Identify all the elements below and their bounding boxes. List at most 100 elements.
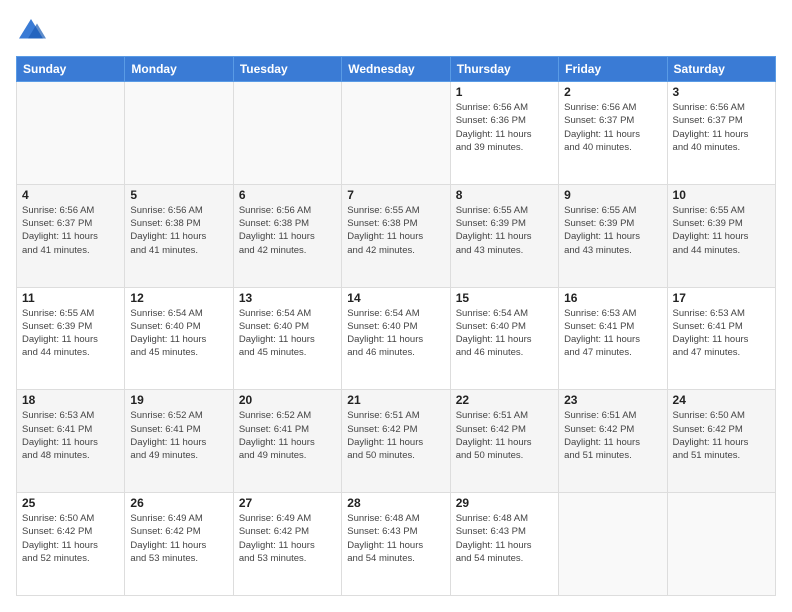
day-info: Sunrise: 6:56 AM Sunset: 6:38 PM Dayligh…: [130, 204, 227, 257]
day-info: Sunrise: 6:50 AM Sunset: 6:42 PM Dayligh…: [673, 409, 770, 462]
day-info: Sunrise: 6:49 AM Sunset: 6:42 PM Dayligh…: [239, 512, 336, 565]
day-info: Sunrise: 6:55 AM Sunset: 6:38 PM Dayligh…: [347, 204, 444, 257]
day-cell: 14 Sunrise: 6:54 AM Sunset: 6:40 PM Dayli…: [342, 287, 450, 390]
day-info: Sunrise: 6:51 AM Sunset: 6:42 PM Dayligh…: [347, 409, 444, 462]
col-header-tuesday: Tuesday: [233, 57, 341, 82]
day-info: Sunrise: 6:56 AM Sunset: 6:37 PM Dayligh…: [564, 101, 661, 154]
day-info: Sunrise: 6:53 AM Sunset: 6:41 PM Dayligh…: [673, 307, 770, 360]
day-cell: 11 Sunrise: 6:55 AM Sunset: 6:39 PM Dayli…: [17, 287, 125, 390]
day-number: 20: [239, 393, 336, 407]
day-info: Sunrise: 6:53 AM Sunset: 6:41 PM Dayligh…: [564, 307, 661, 360]
day-cell: [559, 493, 667, 596]
day-number: 11: [22, 291, 119, 305]
day-number: 9: [564, 188, 661, 202]
day-cell: 7 Sunrise: 6:55 AM Sunset: 6:38 PM Daylig…: [342, 184, 450, 287]
day-cell: [125, 82, 233, 185]
day-number: 6: [239, 188, 336, 202]
week-row-5: 25Sunrise: 6:50 AM Sunset: 6:42 PM Dayli…: [17, 493, 776, 596]
day-number: 29: [456, 496, 553, 510]
day-number: 2: [564, 85, 661, 99]
day-info: Sunrise: 6:56 AM Sunset: 6:37 PM Dayligh…: [22, 204, 119, 257]
day-cell: 16 Sunrise: 6:53 AM Sunset: 6:41 PM Dayli…: [559, 287, 667, 390]
day-number: 8: [456, 188, 553, 202]
day-cell: [667, 493, 775, 596]
day-number: 4: [22, 188, 119, 202]
day-number: 18: [22, 393, 119, 407]
day-number: 14: [347, 291, 444, 305]
week-row-1: 1Sunrise: 6:56 AM Sunset: 6:36 PM Daylig…: [17, 82, 776, 185]
day-number: 17: [673, 291, 770, 305]
day-cell: 27 Sunrise: 6:49 AM Sunset: 6:42 PM Dayli…: [233, 493, 341, 596]
day-info: Sunrise: 6:52 AM Sunset: 6:41 PM Dayligh…: [239, 409, 336, 462]
day-number: 15: [456, 291, 553, 305]
day-info: Sunrise: 6:55 AM Sunset: 6:39 PM Dayligh…: [564, 204, 661, 257]
col-header-saturday: Saturday: [667, 57, 775, 82]
week-row-4: 18 Sunrise: 6:53 AM Sunset: 6:41 PM Dayli…: [17, 390, 776, 493]
day-info: Sunrise: 6:54 AM Sunset: 6:40 PM Dayligh…: [347, 307, 444, 360]
col-header-sunday: Sunday: [17, 57, 125, 82]
day-number: 5: [130, 188, 227, 202]
day-number: 7: [347, 188, 444, 202]
day-cell: 18 Sunrise: 6:53 AM Sunset: 6:41 PM Dayli…: [17, 390, 125, 493]
day-number: 22: [456, 393, 553, 407]
col-header-friday: Friday: [559, 57, 667, 82]
day-cell: [17, 82, 125, 185]
day-number: 12: [130, 291, 227, 305]
day-info: Sunrise: 6:55 AM Sunset: 6:39 PM Dayligh…: [22, 307, 119, 360]
day-number: 16: [564, 291, 661, 305]
day-info: Sunrise: 6:49 AM Sunset: 6:42 PM Dayligh…: [130, 512, 227, 565]
day-info: Sunrise: 6:56 AM Sunset: 6:38 PM Dayligh…: [239, 204, 336, 257]
day-info: Sunrise: 6:56 AM Sunset: 6:37 PM Dayligh…: [673, 101, 770, 154]
day-info: Sunrise: 6:50 AM Sunset: 6:42 PM Dayligh…: [22, 512, 119, 565]
day-info: Sunrise: 6:55 AM Sunset: 6:39 PM Dayligh…: [673, 204, 770, 257]
day-cell: 25Sunrise: 6:50 AM Sunset: 6:42 PM Dayli…: [17, 493, 125, 596]
day-info: Sunrise: 6:52 AM Sunset: 6:41 PM Dayligh…: [130, 409, 227, 462]
day-cell: 19 Sunrise: 6:52 AM Sunset: 6:41 PM Dayli…: [125, 390, 233, 493]
day-info: Sunrise: 6:53 AM Sunset: 6:41 PM Dayligh…: [22, 409, 119, 462]
day-number: 21: [347, 393, 444, 407]
day-info: Sunrise: 6:56 AM Sunset: 6:36 PM Dayligh…: [456, 101, 553, 154]
day-number: 28: [347, 496, 444, 510]
day-cell: 12 Sunrise: 6:54 AM Sunset: 6:40 PM Dayli…: [125, 287, 233, 390]
day-number: 10: [673, 188, 770, 202]
day-info: Sunrise: 6:54 AM Sunset: 6:40 PM Dayligh…: [130, 307, 227, 360]
day-info: Sunrise: 6:55 AM Sunset: 6:39 PM Dayligh…: [456, 204, 553, 257]
day-cell: 29 Sunrise: 6:48 AM Sunset: 6:43 PM Dayli…: [450, 493, 558, 596]
page: SundayMondayTuesdayWednesdayThursdayFrid…: [0, 0, 792, 612]
day-number: 26: [130, 496, 227, 510]
header: [16, 16, 776, 46]
day-cell: 28 Sunrise: 6:48 AM Sunset: 6:43 PM Dayli…: [342, 493, 450, 596]
day-cell: 1Sunrise: 6:56 AM Sunset: 6:36 PM Daylig…: [450, 82, 558, 185]
day-cell: 4 Sunrise: 6:56 AM Sunset: 6:37 PM Daylig…: [17, 184, 125, 287]
day-cell: 21 Sunrise: 6:51 AM Sunset: 6:42 PM Dayli…: [342, 390, 450, 493]
logo: [16, 16, 50, 46]
day-cell: 24 Sunrise: 6:50 AM Sunset: 6:42 PM Dayli…: [667, 390, 775, 493]
day-cell: 13Sunrise: 6:54 AM Sunset: 6:40 PM Dayli…: [233, 287, 341, 390]
day-number: 24: [673, 393, 770, 407]
col-header-wednesday: Wednesday: [342, 57, 450, 82]
day-cell: [342, 82, 450, 185]
day-info: Sunrise: 6:51 AM Sunset: 6:42 PM Dayligh…: [564, 409, 661, 462]
day-cell: 2 Sunrise: 6:56 AM Sunset: 6:37 PM Daylig…: [559, 82, 667, 185]
day-cell: 26 Sunrise: 6:49 AM Sunset: 6:42 PM Dayli…: [125, 493, 233, 596]
day-number: 23: [564, 393, 661, 407]
day-cell: 17 Sunrise: 6:53 AM Sunset: 6:41 PM Dayli…: [667, 287, 775, 390]
day-number: 3: [673, 85, 770, 99]
col-header-thursday: Thursday: [450, 57, 558, 82]
day-cell: 20 Sunrise: 6:52 AM Sunset: 6:41 PM Dayli…: [233, 390, 341, 493]
day-info: Sunrise: 6:48 AM Sunset: 6:43 PM Dayligh…: [456, 512, 553, 565]
day-cell: 3 Sunrise: 6:56 AM Sunset: 6:37 PM Daylig…: [667, 82, 775, 185]
day-number: 19: [130, 393, 227, 407]
logo-icon: [16, 16, 46, 46]
day-cell: 5 Sunrise: 6:56 AM Sunset: 6:38 PM Daylig…: [125, 184, 233, 287]
day-info: Sunrise: 6:48 AM Sunset: 6:43 PM Dayligh…: [347, 512, 444, 565]
week-row-3: 11 Sunrise: 6:55 AM Sunset: 6:39 PM Dayli…: [17, 287, 776, 390]
day-cell: 9 Sunrise: 6:55 AM Sunset: 6:39 PM Daylig…: [559, 184, 667, 287]
day-number: 13: [239, 291, 336, 305]
day-cell: 10 Sunrise: 6:55 AM Sunset: 6:39 PM Dayli…: [667, 184, 775, 287]
day-info: Sunrise: 6:51 AM Sunset: 6:42 PM Dayligh…: [456, 409, 553, 462]
day-cell: 8 Sunrise: 6:55 AM Sunset: 6:39 PM Daylig…: [450, 184, 558, 287]
day-number: 27: [239, 496, 336, 510]
col-header-monday: Monday: [125, 57, 233, 82]
day-cell: 23 Sunrise: 6:51 AM Sunset: 6:42 PM Dayli…: [559, 390, 667, 493]
